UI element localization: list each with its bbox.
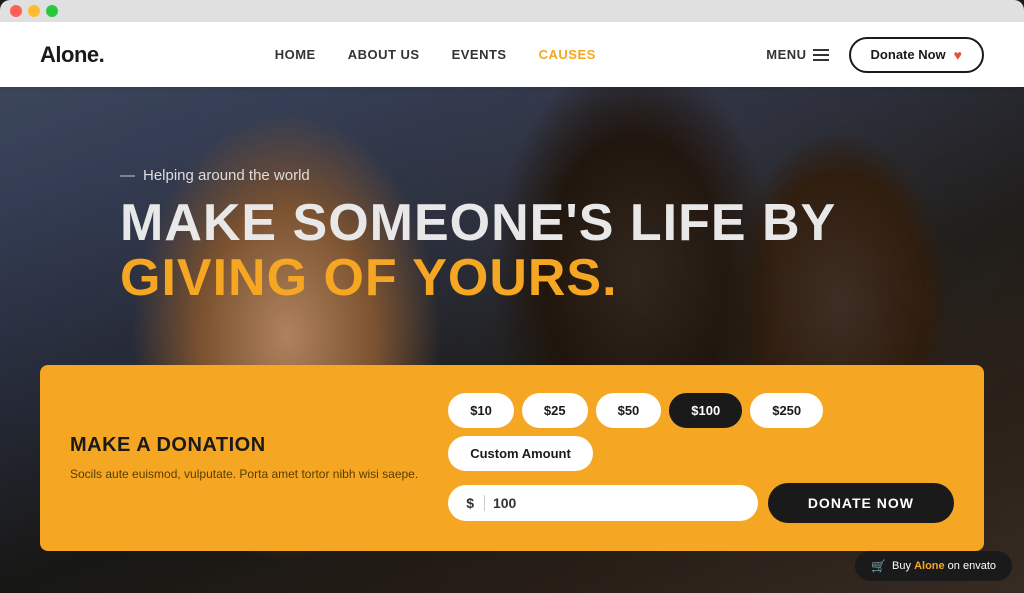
donate-now-button[interactable]: DONATE NOW	[768, 483, 954, 523]
close-dot[interactable]	[10, 5, 22, 17]
amount-btn-custom[interactable]: Custom Amount	[448, 436, 593, 471]
amount-input[interactable]	[493, 495, 740, 511]
donation-widget: MAKE A DONATION Socils aute euismod, vul…	[40, 365, 984, 551]
hero-title-line2: GIVING OF YOURS.	[120, 251, 904, 306]
hero-subtitle-text: Helping around the world	[143, 167, 310, 184]
nav-item-causes[interactable]: CAUSES	[539, 46, 596, 64]
cart-icon: 🛒	[871, 559, 886, 573]
envato-suffix: on envato	[945, 560, 996, 572]
amount-btn-50[interactable]: $50	[596, 393, 662, 428]
amount-btn-25[interactable]: $25	[522, 393, 588, 428]
envato-brand: Alone	[914, 560, 945, 572]
nav-link-causes[interactable]: CAUSES	[539, 47, 596, 62]
logo[interactable]: Alone.	[40, 42, 104, 68]
envato-prefix: Buy	[892, 560, 914, 572]
navbar: Alone. HOME ABOUT US EVENTS CAUSES MENU	[0, 22, 1024, 87]
navbar-donate-button[interactable]: Donate Now ♥	[849, 37, 984, 73]
minimize-dot[interactable]	[28, 5, 40, 17]
hero-title-line1: MAKE SOMEONE'S LIFE BY	[120, 196, 904, 251]
hero-subtitle: Helping around the world	[120, 167, 904, 184]
hero-content: Helping around the world MAKE SOMEONE'S …	[0, 87, 1024, 335]
donation-right: $10 $25 $50 $100 $250 Custom Amount $ DO…	[448, 393, 954, 523]
donation-left: MAKE A DONATION Socils aute euismod, vul…	[70, 434, 418, 483]
amount-btn-250[interactable]: $250	[750, 393, 823, 428]
nav-item-home[interactable]: HOME	[275, 46, 316, 64]
nav-link-about[interactable]: ABOUT US	[348, 47, 420, 62]
menu-button[interactable]: MENU	[766, 47, 828, 62]
heart-icon: ♥	[954, 47, 962, 63]
hamburger-icon	[813, 49, 829, 61]
donation-title: MAKE A DONATION	[70, 434, 418, 457]
nav-link-events[interactable]: EVENTS	[452, 47, 507, 62]
envato-text: Buy Alone on envato	[892, 560, 996, 572]
envato-badge[interactable]: 🛒 Buy Alone on envato	[855, 551, 1012, 581]
amount-btn-100[interactable]: $100	[669, 393, 742, 428]
window-chrome	[0, 0, 1024, 22]
donate-button-label: Donate Now	[871, 47, 946, 62]
donation-description: Socils aute euismod, vulputate. Porta am…	[70, 465, 418, 483]
amount-buttons: $10 $25 $50 $100 $250 Custom Amount	[448, 393, 954, 471]
nav-right: MENU Donate Now ♥	[766, 37, 984, 73]
amount-input-row: $ DONATE NOW	[448, 483, 954, 523]
dollar-sign: $	[466, 495, 485, 511]
page-wrapper: Alone. HOME ABOUT US EVENTS CAUSES MENU	[0, 22, 1024, 593]
amount-btn-10[interactable]: $10	[448, 393, 514, 428]
nav-links: HOME ABOUT US EVENTS CAUSES	[275, 46, 596, 64]
nav-item-events[interactable]: EVENTS	[452, 46, 507, 64]
nav-item-about[interactable]: ABOUT US	[348, 46, 420, 64]
amount-input-wrapper: $	[448, 485, 758, 521]
maximize-dot[interactable]	[46, 5, 58, 17]
menu-label: MENU	[766, 47, 806, 62]
nav-link-home[interactable]: HOME	[275, 47, 316, 62]
